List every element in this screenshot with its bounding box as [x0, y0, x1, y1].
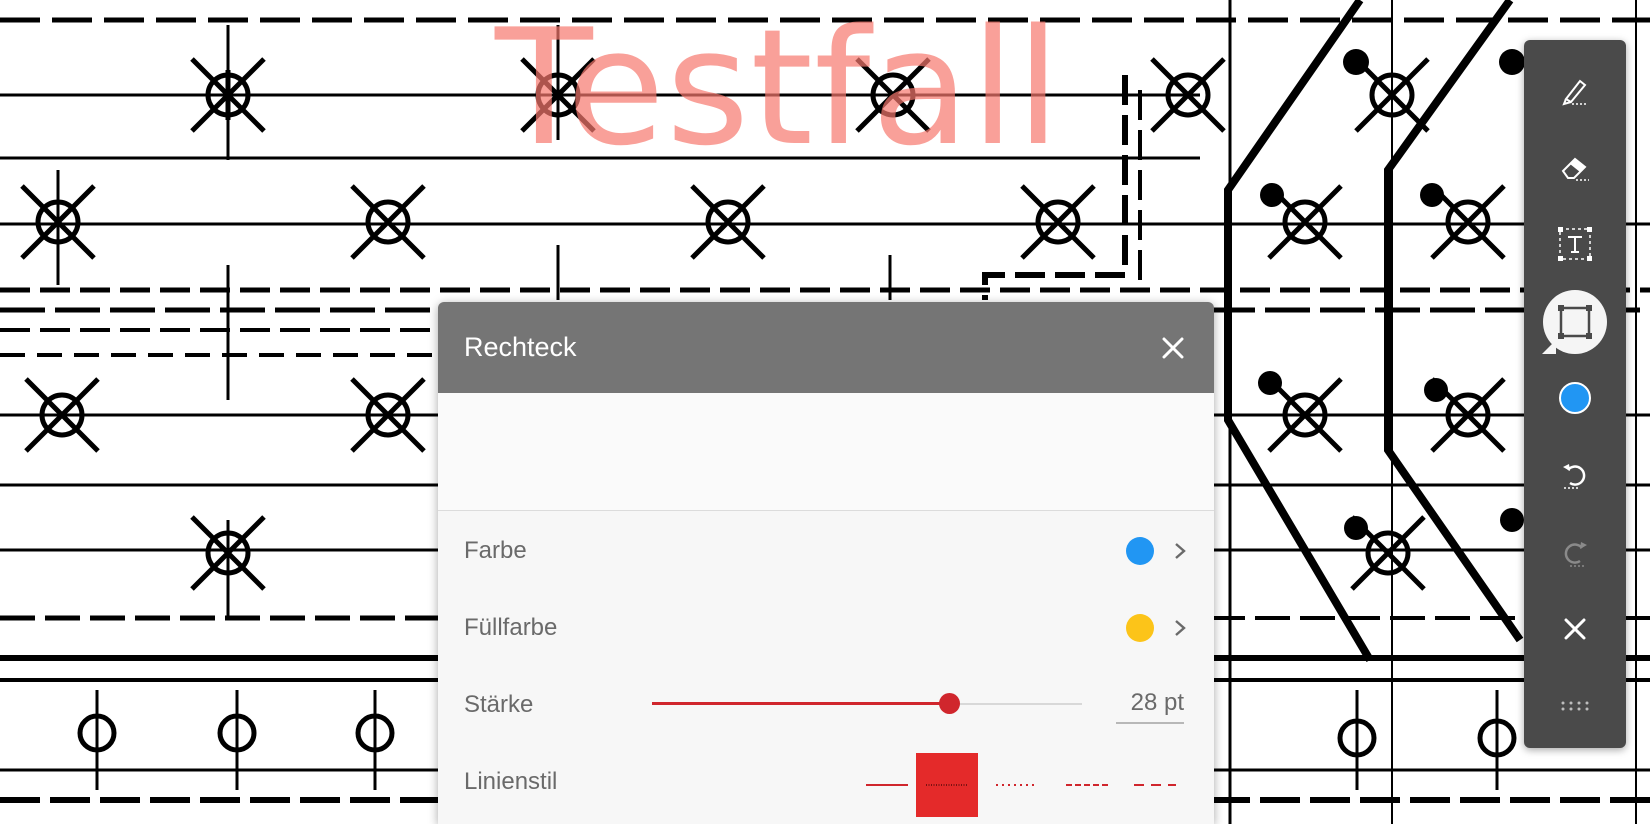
annotation-toolbar [1524, 40, 1626, 748]
line-style-dotted[interactable] [986, 753, 1048, 817]
fill-color-row[interactable]: Füllfarbe [438, 589, 1214, 666]
undo-button[interactable] [1543, 443, 1607, 507]
color-row[interactable]: Farbe [438, 512, 1214, 589]
shape-preview [438, 393, 1214, 511]
rectangle-properties-dialog: Rechteck Farbe Füllfarbe Stärke 28 pt Li… [438, 302, 1214, 824]
redo-icon [1564, 542, 1587, 567]
close-toolbar-button[interactable] [1543, 597, 1607, 661]
color-picker-button[interactable] [1543, 366, 1607, 430]
slider-fill [652, 702, 949, 705]
line-style-solid[interactable] [856, 753, 918, 817]
dialog-header: Rechteck [438, 302, 1214, 393]
active-tool-indicator [1542, 340, 1556, 354]
fill-color-label: Füllfarbe [464, 613, 558, 641]
line-style-label: Linienstil [464, 767, 558, 795]
toolbar-drag-handle[interactable] [1543, 674, 1607, 738]
fill-color-swatch[interactable] [1126, 613, 1154, 642]
eraser-icon [1561, 157, 1589, 181]
chevron-right-icon [1175, 542, 1186, 559]
line-style-options [856, 753, 1186, 817]
redo-button[interactable] [1543, 521, 1607, 585]
rectangle-icon [1558, 305, 1592, 339]
chevron-right-icon [1175, 619, 1186, 636]
dialog-close-button[interactable] [1158, 333, 1188, 363]
undo-icon [1563, 464, 1586, 489]
stroke-color-swatch[interactable] [1126, 536, 1154, 565]
line-style-row: Linienstil [438, 743, 1214, 820]
thickness-label: Stärke [464, 690, 534, 718]
eraser-tool-button[interactable] [1543, 135, 1607, 199]
color-label: Farbe [464, 536, 527, 564]
close-icon [1162, 337, 1184, 358]
line-style-dotted-fine[interactable] [916, 753, 978, 817]
dialog-title: Rechteck [464, 332, 577, 362]
watermark-text: Testfall [495, 0, 1062, 181]
text-box-icon [1558, 227, 1592, 261]
thickness-slider[interactable] [652, 690, 1082, 718]
thickness-row: Stärke 28 pt [438, 666, 1214, 743]
pen-icon [1562, 79, 1588, 106]
slider-thumb[interactable] [938, 693, 960, 714]
drag-handle-icon [1561, 701, 1589, 711]
line-style-dashed-short[interactable] [1056, 753, 1118, 817]
pen-tool-button[interactable] [1543, 58, 1607, 122]
color-dot-icon [1559, 382, 1591, 414]
line-style-dashed-long[interactable] [1124, 753, 1186, 817]
text-box-tool-button[interactable] [1543, 212, 1607, 276]
thickness-value-field[interactable]: 28 pt [1116, 686, 1184, 724]
close-icon [1564, 618, 1586, 640]
